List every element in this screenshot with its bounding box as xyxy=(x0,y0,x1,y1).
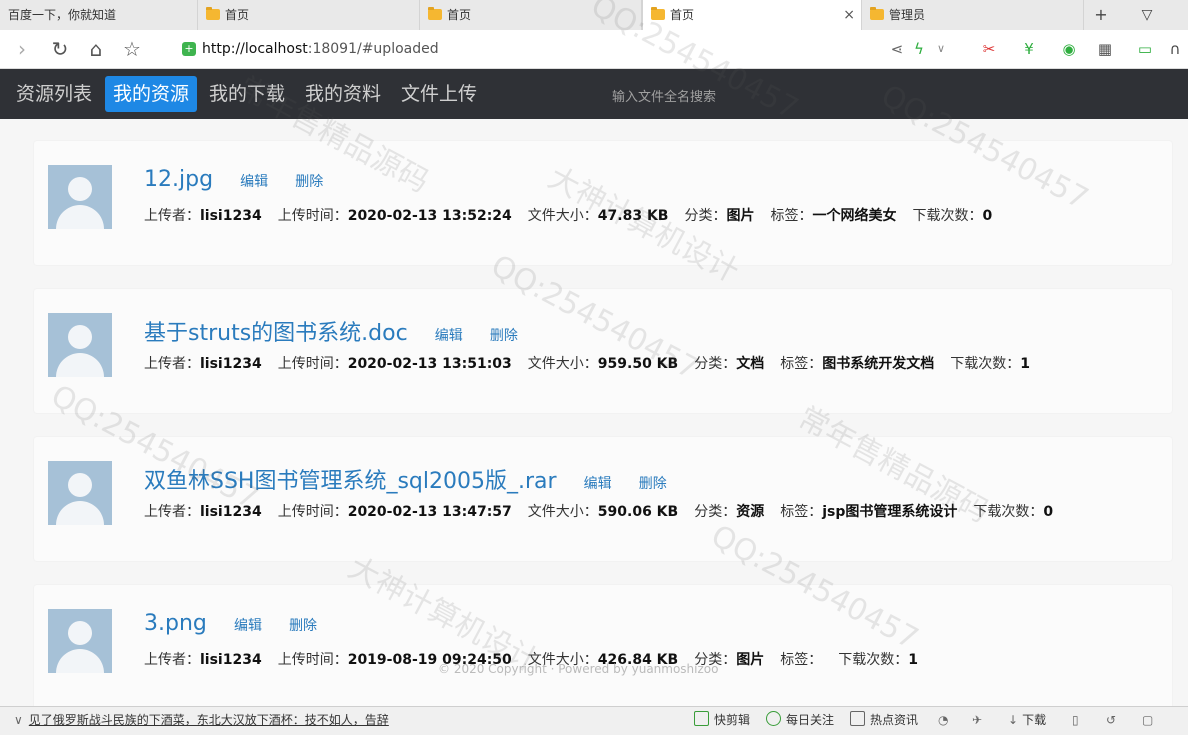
file-name-link[interactable]: 双鱼林SSH图书管理系统_sql2005版_.rar xyxy=(144,469,557,494)
tab-label: 百度一下，你就知道 xyxy=(8,8,117,22)
chevron-down-icon[interactable]: ∨ xyxy=(930,38,952,60)
tab-label: 首页 xyxy=(447,8,472,22)
speed-icon[interactable]: ◔ xyxy=(938,707,948,735)
news-ticker[interactable]: ∨ 见了俄罗斯战斗民族的下酒菜，东北大汉放下酒杯：技不如人，告辞 xyxy=(14,707,389,735)
folder-icon xyxy=(651,7,665,20)
file-meta: 上传者：lisi1234 上传时间：2020-02-13 13:51:03 文件大小… xyxy=(144,356,1030,372)
file-card: 双鱼林SSH图书管理系统_sql2005版_.rar 编辑 删除 上传者：lis… xyxy=(34,437,1172,561)
delete-button[interactable]: 删除 xyxy=(490,328,518,344)
apps-grid-icon[interactable]: ▦ xyxy=(1094,38,1116,60)
nav-my-resources[interactable]: 我的资源 xyxy=(105,76,198,112)
browser-tab[interactable]: 管理员 xyxy=(862,0,1084,30)
home-icon[interactable]: ⌂ xyxy=(82,35,110,63)
folder-icon xyxy=(428,7,442,20)
nav-resource-list[interactable]: 资源列表 xyxy=(8,76,100,112)
browser-tab-strip: 百度一下，你就知道 首页 首页 首页 × 管理员 + ▽ xyxy=(0,0,1188,31)
file-meta: 上传者：lisi1234 上传时间：2020-02-13 13:47:57 文件大小… xyxy=(144,504,1054,520)
browser-tab-active[interactable]: 首页 × xyxy=(642,0,862,30)
reload-icon[interactable]: ↻ xyxy=(46,35,74,63)
close-tab-icon[interactable]: × xyxy=(843,0,855,30)
footer-copyright: © 2020 Copyright · Powered by yuanmoshiz… xyxy=(438,662,719,676)
video-edit-icon xyxy=(694,711,709,726)
edit-button[interactable]: 编辑 xyxy=(435,328,463,344)
new-tab-button[interactable]: + xyxy=(1086,0,1116,30)
address-bar-row: › ↻ ⌂ ☆ + http://localhost:18091/#uploade… xyxy=(0,30,1188,69)
url-path: :18091/#uploaded xyxy=(307,41,439,57)
currency-icon[interactable]: ¥ xyxy=(1018,38,1040,60)
file-card: 基于struts的图书系统.doc 编辑 删除 上传者：lisi1234 上传时间… xyxy=(34,289,1172,413)
window-icon[interactable]: ▢ xyxy=(1142,707,1153,735)
chevron-down-icon: ∨ xyxy=(14,713,23,727)
secure-shield-icon: + xyxy=(182,42,196,56)
edit-button[interactable]: 编辑 xyxy=(234,618,262,634)
browser-tab[interactable]: 首页 xyxy=(198,0,420,30)
refresh-page-icon[interactable]: ↺ xyxy=(1106,707,1116,735)
news-headline: 见了俄罗斯战斗民族的下酒菜，东北大汉放下酒杯：技不如人，告辞 xyxy=(28,713,389,727)
file-meta: 上传者：lisi1234 上传时间：2020-02-13 13:52:24 文件大小… xyxy=(144,208,993,224)
delete-button[interactable]: 删除 xyxy=(639,476,667,492)
avatar xyxy=(48,609,112,673)
news-icon xyxy=(850,711,865,726)
reading-mode-icon[interactable]: ▯ xyxy=(1072,707,1079,735)
extension-icon[interactable]: ◉ xyxy=(1058,38,1080,60)
headset-icon[interactable]: ∩ xyxy=(1164,38,1186,60)
folder-icon xyxy=(870,7,884,20)
battery-icon[interactable]: ▭ xyxy=(1134,38,1156,60)
lightning-icon[interactable]: ϟ xyxy=(908,38,930,60)
status-quick-edit[interactable]: 快剪辑 xyxy=(694,707,750,735)
edit-button[interactable]: 编辑 xyxy=(584,476,612,492)
avatar xyxy=(48,313,112,377)
file-name-link[interactable]: 基于struts的图书系统.doc xyxy=(144,321,408,346)
status-daily-focus[interactable]: 每日关注 xyxy=(766,707,834,735)
download-arrow-icon: ↓ xyxy=(1008,713,1019,727)
avatar xyxy=(48,165,112,229)
bookmark-star-icon[interactable]: ☆ xyxy=(118,35,146,63)
site-navbar: 资源列表 我的资源 我的下载 我的资料 文件上传 输入文件全名搜索 xyxy=(0,69,1188,119)
browser-tab[interactable]: 百度一下，你就知道 xyxy=(0,0,198,30)
status-hot-news[interactable]: 热点资讯 xyxy=(850,707,918,735)
browser-status-bar: ∨ 见了俄罗斯战斗民族的下酒菜，东北大汉放下酒杯：技不如人，告辞 快剪辑 每日关注… xyxy=(0,706,1188,735)
url-field[interactable]: + http://localhost:18091/#uploaded xyxy=(182,38,439,60)
play-icon xyxy=(766,711,781,726)
nav-file-upload[interactable]: 文件上传 xyxy=(393,76,485,112)
share-icon[interactable]: ⋖ xyxy=(886,38,908,60)
file-name-link[interactable]: 12.jpg xyxy=(144,167,213,192)
tab-label: 首页 xyxy=(225,8,250,22)
file-name-link[interactable]: 3.png xyxy=(144,611,207,636)
search-input[interactable]: 输入文件全名搜索 xyxy=(612,86,716,105)
nav-my-downloads[interactable]: 我的下载 xyxy=(201,76,293,112)
tab-label: 管理员 xyxy=(889,8,926,22)
file-card: 3.png 编辑 删除 上传者：lisi1234 上传时间：2019-08-19 … xyxy=(34,585,1172,709)
scissors-icon[interactable]: ✂ xyxy=(978,38,1000,60)
delete-button[interactable]: 删除 xyxy=(289,618,317,634)
delete-button[interactable]: 删除 xyxy=(295,174,323,190)
tab-menu-icon[interactable]: ▽ xyxy=(1132,0,1162,30)
folder-icon xyxy=(206,7,220,20)
avatar xyxy=(48,461,112,525)
tab-label: 首页 xyxy=(670,8,695,22)
back-arrow-icon[interactable]: › xyxy=(8,35,36,63)
edit-button[interactable]: 编辑 xyxy=(240,174,268,190)
url-host: http://localhost xyxy=(202,41,308,57)
nav-my-profile[interactable]: 我的资料 xyxy=(297,76,389,112)
status-download[interactable]: ↓ 下载 xyxy=(1008,707,1046,735)
rocket-icon[interactable]: ✈ xyxy=(972,707,982,735)
browser-tab[interactable]: 首页 xyxy=(420,0,642,30)
file-card: 12.jpg 编辑 删除 上传者：lisi1234 上传时间：2020-02-13… xyxy=(34,141,1172,265)
